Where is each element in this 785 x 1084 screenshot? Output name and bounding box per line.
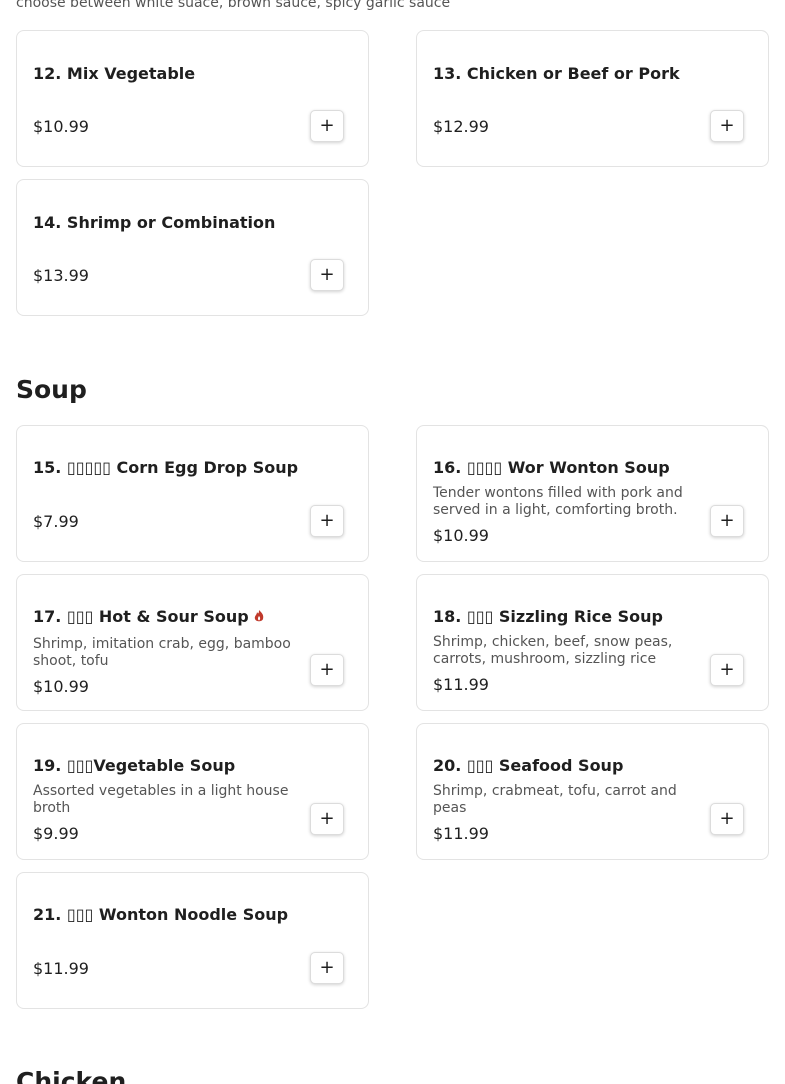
item-price: $11.99 (433, 824, 489, 843)
add-item-button[interactable]: + (310, 952, 344, 984)
item-price: $10.99 (33, 117, 89, 136)
add-item-button[interactable]: + (710, 803, 744, 835)
menu-item-card[interactable]: 18. ▯▯▯ Sizzling Rice Soup Shrimp, chick… (416, 574, 769, 711)
item-price: $7.99 (33, 512, 79, 531)
menu-page: choose between white suace, brown sauce,… (0, 0, 785, 1084)
item-title: 17. ▯▯▯ Hot & Sour Soup (33, 607, 301, 626)
item-title-text: 17. ▯▯▯ Hot & Sour Soup (33, 607, 249, 626)
menu-item-card[interactable]: 13. Chicken or Beef or Pork $12.99 + (416, 30, 769, 167)
add-item-button[interactable]: + (310, 654, 344, 686)
menu-item-card[interactable]: 21. ▯▯▯ Wonton Noodle Soup $11.99 + (16, 872, 369, 1009)
section-heading-chicken: Chicken (16, 1067, 127, 1084)
menu-item-card[interactable]: 15. ▯▯▯▯▯ Corn Egg Drop Soup $7.99 + (16, 425, 369, 562)
add-item-button[interactable]: + (710, 110, 744, 142)
menu-item-card[interactable]: 17. ▯▯▯ Hot & Sour Soup Shrimp, imitatio… (16, 574, 369, 711)
item-price: $13.99 (33, 266, 89, 285)
item-price: $10.99 (33, 677, 89, 696)
item-price: $11.99 (433, 675, 489, 694)
item-description: Shrimp, chicken, beef, snow peas, carrot… (433, 634, 673, 667)
add-item-button[interactable]: + (310, 803, 344, 835)
item-title: 14. Shrimp or Combination (33, 213, 276, 232)
item-description: Tender wontons filled with pork and serv… (433, 485, 683, 518)
sauce-note: choose between white suace, brown sauce,… (16, 0, 451, 11)
menu-item-card[interactable]: 20. ▯▯▯ Seafood Soup Shrimp, crabmeat, t… (416, 723, 769, 860)
add-item-button[interactable]: + (310, 505, 344, 537)
menu-item-card[interactable]: 16. ▯▯▯▯ Wor Wonton Soup Tender wontons … (416, 425, 769, 562)
add-item-button[interactable]: + (710, 505, 744, 537)
spicy-chili-icon (254, 610, 264, 622)
item-title: 20. ▯▯▯ Seafood Soup (433, 756, 624, 775)
item-title: 12. Mix Vegetable (33, 64, 196, 83)
item-description: Assorted vegetables in a light house bro… (33, 783, 289, 816)
item-title: 15. ▯▯▯▯▯ Corn Egg Drop Soup (33, 458, 299, 477)
item-description: Shrimp, crabmeat, tofu, carrot and peas (433, 783, 677, 816)
item-title: 21. ▯▯▯ Wonton Noodle Soup (33, 905, 289, 924)
item-title: 19. ▯▯▯Vegetable Soup (33, 756, 236, 775)
item-price: $11.99 (33, 959, 89, 978)
menu-item-card[interactable]: 12. Mix Vegetable $10.99 + (16, 30, 369, 167)
item-price: $12.99 (433, 117, 489, 136)
item-title: 16. ▯▯▯▯ Wor Wonton Soup (433, 458, 670, 477)
item-title: 18. ▯▯▯ Sizzling Rice Soup (433, 607, 663, 626)
item-price: $9.99 (33, 824, 79, 843)
item-title: 13. Chicken or Beef or Pork (433, 64, 680, 83)
add-item-button[interactable]: + (710, 654, 744, 686)
menu-item-card[interactable]: 14. Shrimp or Combination $13.99 + (16, 179, 369, 316)
menu-item-card[interactable]: 19. ▯▯▯Vegetable Soup Assorted vegetable… (16, 723, 369, 860)
add-item-button[interactable]: + (310, 259, 344, 291)
add-item-button[interactable]: + (310, 110, 344, 142)
item-price: $10.99 (433, 526, 489, 545)
section-heading-soup: Soup (16, 375, 87, 404)
item-description: Shrimp, imitation crab, egg, bamboo shoo… (33, 636, 291, 669)
